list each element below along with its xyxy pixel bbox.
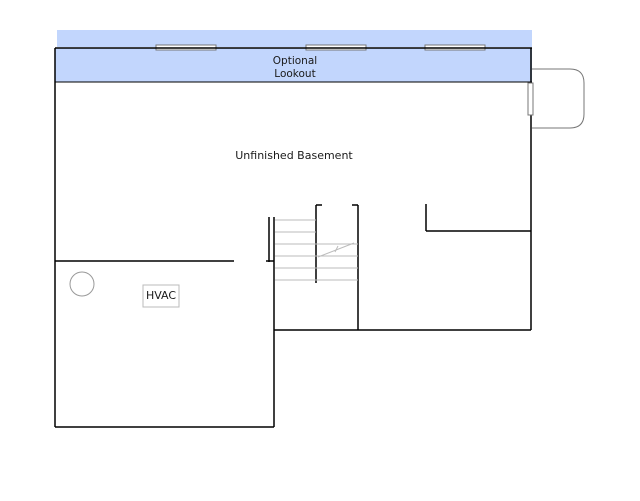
basement-label: Unfinished Basement <box>235 149 353 162</box>
lookout-label-line2: Lookout <box>274 68 315 80</box>
lookout-band-top <box>57 30 532 47</box>
hvac-label: HVAC <box>146 289 176 302</box>
walls <box>54 47 532 428</box>
floor-plan: Optional Lookout Unfinished Basement HVA… <box>54 30 585 428</box>
side-deck-outline <box>532 68 585 129</box>
water-heater-icon <box>69 271 95 297</box>
side-window <box>527 82 534 116</box>
lookout-label-line1: Optional <box>273 55 317 67</box>
